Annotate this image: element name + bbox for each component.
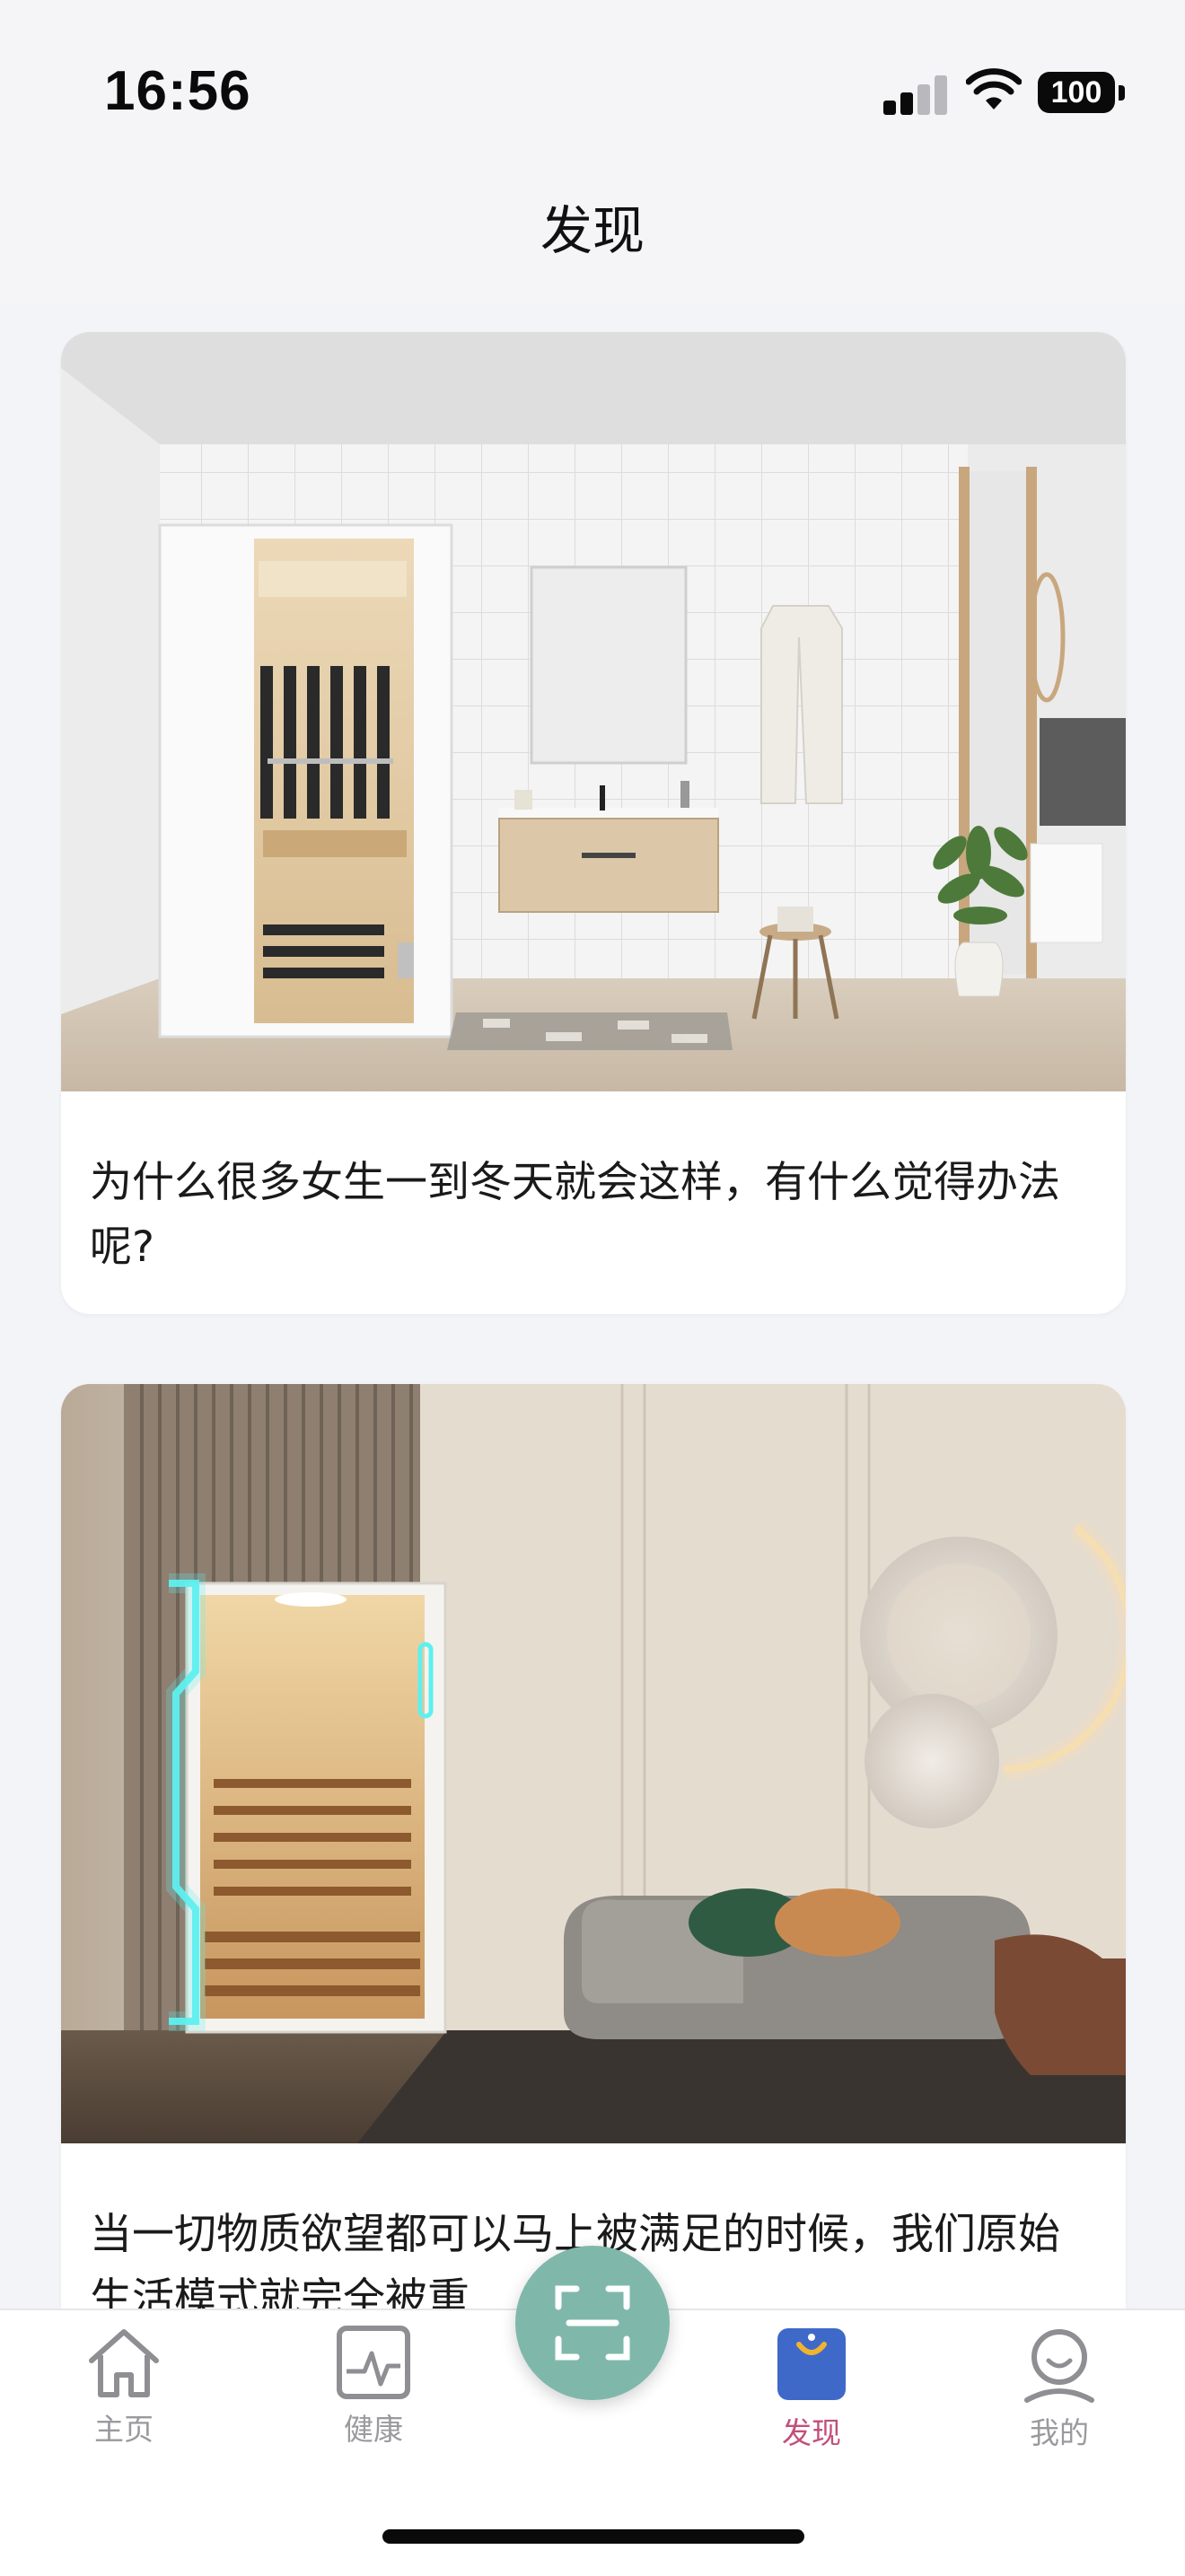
article-image-bathroom-sauna xyxy=(61,332,1126,1091)
tab-health[interactable]: 健康 xyxy=(293,2325,454,2449)
home-icon xyxy=(89,2329,159,2397)
article-card[interactable]: 为什么很多女生一到冬天就会这样，有什么觉得办法呢? xyxy=(61,332,1126,1314)
article-image-living-room-sauna xyxy=(61,1384,1126,2143)
status-bar: 16:56 100 xyxy=(0,0,1185,171)
scan-button[interactable] xyxy=(515,2246,670,2400)
page-title: 发现 xyxy=(540,200,645,261)
battery-icon: 100 xyxy=(1038,72,1115,113)
wifi-icon xyxy=(966,68,1022,110)
tab-health-label: 健康 xyxy=(344,2412,403,2447)
health-chart-icon xyxy=(337,2326,410,2399)
tab-mine[interactable]: 我的 xyxy=(979,2325,1140,2452)
article-card[interactable]: 当一切物质欲望都可以马上被满足的时候，我们原始生活模式就完全被重 xyxy=(61,1384,1126,2380)
scan-icon xyxy=(555,2285,630,2361)
tab-discover-label: 发现 xyxy=(782,2415,841,2450)
home-indicator xyxy=(382,2529,804,2544)
tab-discover[interactable]: 发现 xyxy=(731,2325,892,2452)
battery-tip xyxy=(1119,85,1125,101)
status-time: 16:56 xyxy=(104,60,251,122)
article-title: 为什么很多女生一到冬天就会这样，有什么觉得办法呢? xyxy=(90,1158,1060,1272)
shopping-bag-icon xyxy=(777,2328,846,2400)
tab-mine-label: 我的 xyxy=(1030,2415,1089,2450)
profile-icon xyxy=(1024,2329,1094,2403)
tab-home-label: 主页 xyxy=(94,2412,154,2447)
tab-home[interactable]: 主页 xyxy=(43,2325,205,2449)
signal-icon xyxy=(883,74,947,115)
